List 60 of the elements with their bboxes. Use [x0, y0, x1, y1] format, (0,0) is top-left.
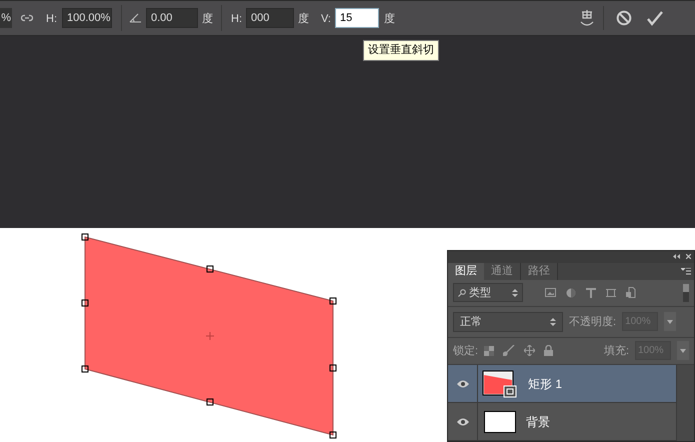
- caret-icon: [550, 316, 556, 327]
- transform-handle[interactable]: [82, 234, 88, 240]
- caret-icon: [680, 348, 686, 353]
- width-field[interactable]: %: [0, 8, 12, 28]
- layer-thumbnail: [482, 370, 518, 398]
- image-filter-icon[interactable]: [545, 288, 556, 298]
- warp-icon[interactable]: [579, 9, 595, 27]
- move-icon[interactable]: [524, 345, 536, 356]
- layer-row[interactable]: 矩形 1: [448, 365, 676, 403]
- blend-mode-dropdown[interactable]: 正常: [453, 312, 563, 332]
- layer-row[interactable]: 背景: [448, 403, 676, 441]
- v-skew-field[interactable]: 15: [335, 8, 379, 28]
- lock-label: 锁定:: [453, 344, 478, 359]
- unit-label: 度: [202, 13, 213, 25]
- transform-handle[interactable]: [330, 432, 336, 438]
- transform-handle[interactable]: [330, 298, 336, 304]
- brush-icon[interactable]: [503, 345, 516, 356]
- shape-filter-icon[interactable]: [606, 288, 616, 298]
- eye-icon[interactable]: [456, 418, 468, 426]
- lock-icon[interactable]: [544, 345, 554, 356]
- eye-icon[interactable]: [456, 380, 468, 388]
- panel-menu-icon[interactable]: [681, 268, 691, 275]
- layer-name: 矩形 1: [528, 376, 562, 392]
- unit-label: 度: [298, 13, 309, 25]
- tooltip: 设置垂直斜切: [363, 40, 439, 60]
- height-label: H:: [46, 13, 57, 25]
- smart-object-filter-icon[interactable]: [626, 287, 636, 298]
- cancel-icon[interactable]: [616, 10, 632, 26]
- fill-label: 填充:: [604, 344, 629, 359]
- center-point-icon: [206, 332, 214, 340]
- h-skew-label: H:: [231, 13, 242, 25]
- transform-handle[interactable]: [330, 364, 336, 372]
- layer-thumbnail: [484, 410, 516, 432]
- transform-handle[interactable]: [82, 366, 88, 372]
- filter-dropdown[interactable]: 类型: [453, 283, 523, 302]
- link-icon[interactable]: [21, 14, 33, 22]
- height-field[interactable]: 100.00%: [62, 8, 112, 28]
- search-icon: [458, 288, 466, 297]
- close-icon[interactable]: [686, 254, 691, 260]
- adjustment-filter-icon[interactable]: [566, 288, 576, 298]
- rotate-field[interactable]: 0.00: [146, 8, 198, 28]
- v-skew-label: V:: [321, 13, 331, 25]
- collapse-icon[interactable]: [673, 254, 680, 260]
- caret-icon: [512, 288, 518, 298]
- lock-transparency-icon[interactable]: [484, 346, 494, 356]
- opacity-label: 不透明度:: [569, 314, 616, 330]
- filter-toggle[interactable]: [683, 284, 689, 302]
- transform-handle[interactable]: [206, 266, 214, 272]
- layer-name: 背景: [526, 414, 550, 430]
- fill-dropdown-button[interactable]: [677, 341, 689, 360]
- h-skew-field[interactable]: 000: [246, 8, 294, 28]
- transform-handle[interactable]: [82, 300, 88, 306]
- panel-tab[interactable]: 图层: [448, 262, 484, 280]
- transform-handle[interactable]: [206, 398, 214, 406]
- type-filter-icon[interactable]: [586, 288, 596, 298]
- unit-label: 度: [384, 13, 395, 25]
- opacity-dropdown-button[interactable]: [664, 312, 676, 332]
- caret-icon: [667, 320, 674, 324]
- commit-check-icon[interactable]: [647, 10, 663, 26]
- angle-icon: [129, 13, 142, 23]
